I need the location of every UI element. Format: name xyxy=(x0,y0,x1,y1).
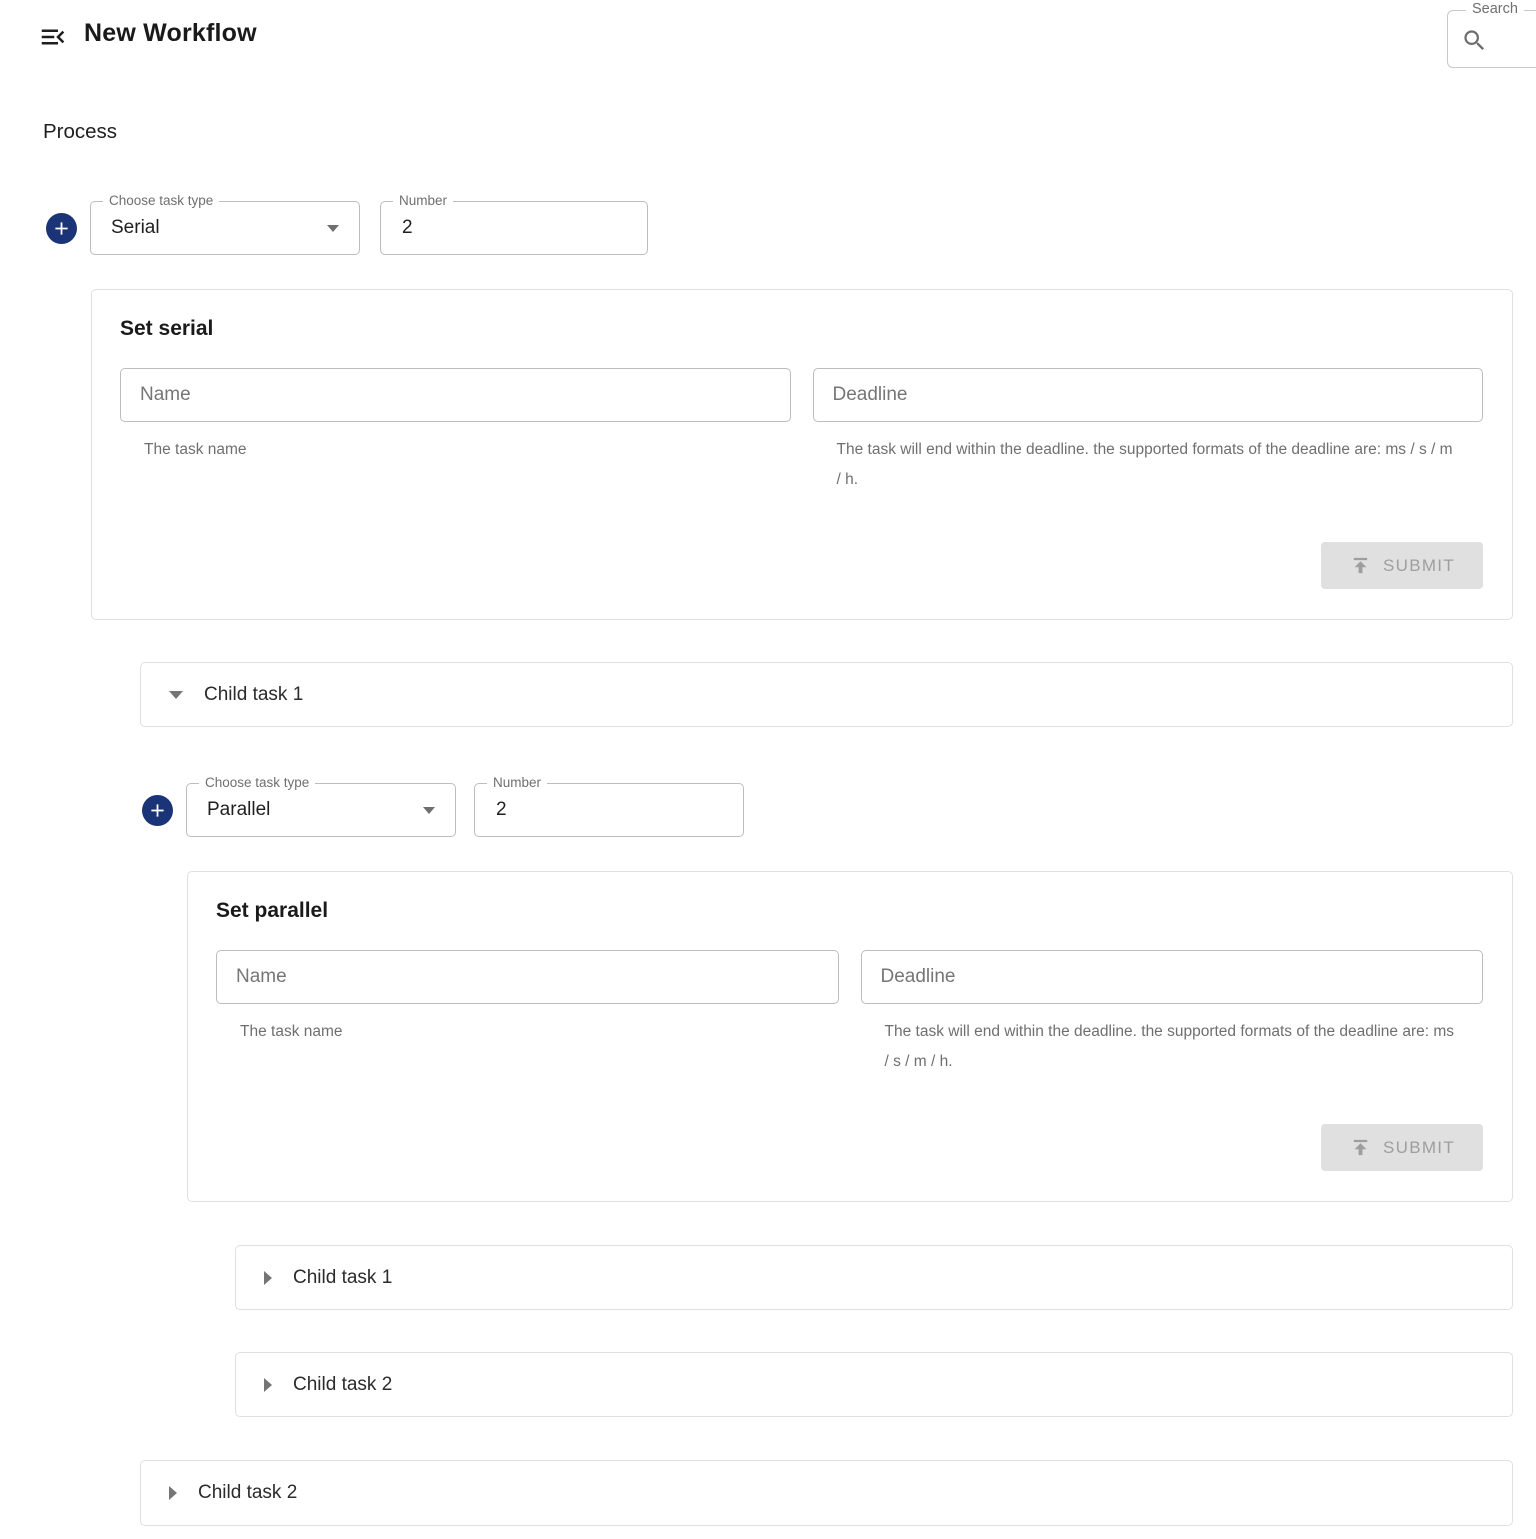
panel-title: Child task 1 xyxy=(204,684,303,706)
page-title: New Workflow xyxy=(84,19,257,48)
name-helper-text: The task name xyxy=(240,1017,815,1047)
number-label: Number xyxy=(487,775,547,790)
panel-grandchild-task-2[interactable]: Child task 2 xyxy=(235,1352,1513,1417)
child1-number-input[interactable]: 2 xyxy=(475,799,743,821)
panel-grandchild-task-1[interactable]: Child task 1 xyxy=(235,1245,1513,1310)
add-task-button[interactable] xyxy=(46,213,77,244)
upload-icon xyxy=(1349,554,1372,577)
card-title: Set serial xyxy=(120,317,1483,341)
section-title-process: Process xyxy=(43,120,1536,144)
deadline-input[interactable] xyxy=(861,950,1484,1004)
chevron-down-icon xyxy=(327,225,339,232)
search-field[interactable]: Search xyxy=(1447,10,1536,68)
plus-icon xyxy=(147,800,168,821)
panel-child-task-1[interactable]: Child task 1 xyxy=(140,662,1513,727)
card-title: Set parallel xyxy=(216,899,1483,923)
number-label: Number xyxy=(393,193,453,208)
set-parallel-card: Set parallel The task name The task will… xyxy=(187,871,1513,1202)
plus-icon xyxy=(51,218,72,239)
deadline-helper-text: The task will end within the deadline. t… xyxy=(837,435,1460,495)
chevron-down-icon xyxy=(423,807,435,814)
submit-button[interactable]: SUBMIT xyxy=(1321,542,1483,589)
expand-arrow-icon xyxy=(264,1378,272,1392)
task-type-label: Choose task type xyxy=(103,193,219,208)
upload-icon xyxy=(1349,1136,1372,1159)
expand-arrow-icon xyxy=(264,1271,272,1285)
panel-title: Child task 1 xyxy=(293,1267,392,1289)
task-type-value: Serial xyxy=(91,217,327,239)
search-label: Search xyxy=(1466,1,1524,17)
name-field-group: The task name xyxy=(216,950,839,1077)
add-subtask-button[interactable] xyxy=(142,795,173,826)
menu-open-icon[interactable] xyxy=(38,22,68,52)
root-task-type-select[interactable]: Choose task type Serial xyxy=(90,201,360,255)
submit-button[interactable]: SUBMIT xyxy=(1321,1124,1483,1171)
child1-number-field-wrap: Number 2 xyxy=(474,783,744,837)
name-field-group: The task name xyxy=(120,368,791,495)
name-input[interactable] xyxy=(216,950,839,1004)
root-task-row: Choose task type Serial Number 2 xyxy=(46,201,1536,255)
name-helper-text: The task name xyxy=(144,435,767,465)
app-header: New Workflow Search xyxy=(0,0,1536,72)
deadline-input[interactable] xyxy=(813,368,1484,422)
child1-task-row: Choose task type Parallel Number 2 xyxy=(142,783,1536,837)
collapse-arrow-icon xyxy=(169,691,183,699)
panel-child-task-2[interactable]: Child task 2 xyxy=(140,1460,1513,1526)
search-icon xyxy=(1461,27,1488,54)
deadline-helper-text: The task will end within the deadline. t… xyxy=(885,1017,1460,1077)
deadline-field-group: The task will end within the deadline. t… xyxy=(813,368,1484,495)
submit-label: SUBMIT xyxy=(1383,556,1455,576)
child1-task-type-select[interactable]: Choose task type Parallel xyxy=(186,783,456,837)
deadline-field-group: The task will end within the deadline. t… xyxy=(861,950,1484,1077)
panel-title: Child task 2 xyxy=(198,1482,297,1504)
root-number-field-wrap: Number 2 xyxy=(380,201,648,255)
expand-arrow-icon xyxy=(169,1486,177,1500)
submit-label: SUBMIT xyxy=(1383,1138,1455,1158)
task-type-label: Choose task type xyxy=(199,775,315,790)
root-number-input[interactable]: 2 xyxy=(381,217,647,239)
set-serial-card: Set serial The task name The task will e… xyxy=(91,289,1513,620)
task-type-value: Parallel xyxy=(187,799,423,821)
name-input[interactable] xyxy=(120,368,791,422)
panel-title: Child task 2 xyxy=(293,1374,392,1396)
